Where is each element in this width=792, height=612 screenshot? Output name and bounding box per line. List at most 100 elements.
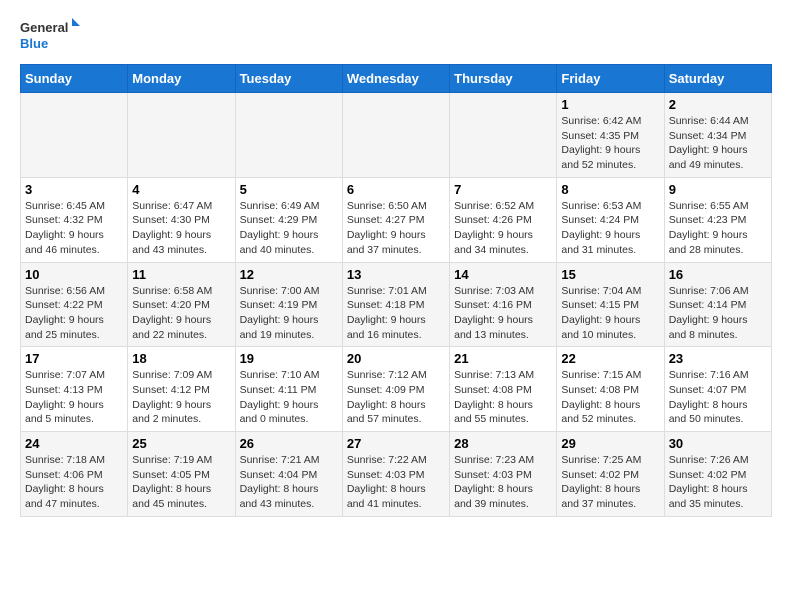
calendar-cell: 17 Sunrise: 7:07 AMSunset: 4:13 PMDayligh… — [21, 347, 128, 432]
day-number: 22 — [561, 351, 659, 366]
day-info: Sunrise: 7:16 AMSunset: 4:07 PMDaylight:… — [669, 368, 767, 427]
day-info: Sunrise: 6:56 AMSunset: 4:22 PMDaylight:… — [25, 284, 123, 343]
day-number: 6 — [347, 182, 445, 197]
calendar-cell — [342, 93, 449, 178]
day-number: 24 — [25, 436, 123, 451]
day-number: 19 — [240, 351, 338, 366]
day-number: 10 — [25, 267, 123, 282]
day-info: Sunrise: 6:50 AMSunset: 4:27 PMDaylight:… — [347, 199, 445, 258]
day-info: Sunrise: 7:03 AMSunset: 4:16 PMDaylight:… — [454, 284, 552, 343]
calendar-table: SundayMondayTuesdayWednesdayThursdayFrid… — [20, 64, 772, 517]
day-number: 3 — [25, 182, 123, 197]
header-monday: Monday — [128, 65, 235, 93]
svg-text:Blue: Blue — [20, 36, 48, 51]
day-number: 9 — [669, 182, 767, 197]
logo-svg: General Blue — [20, 16, 80, 56]
day-info: Sunrise: 7:01 AMSunset: 4:18 PMDaylight:… — [347, 284, 445, 343]
calendar-cell: 18 Sunrise: 7:09 AMSunset: 4:12 PMDayligh… — [128, 347, 235, 432]
day-number: 8 — [561, 182, 659, 197]
day-info: Sunrise: 7:23 AMSunset: 4:03 PMDaylight:… — [454, 453, 552, 512]
day-number: 18 — [132, 351, 230, 366]
calendar-cell: 28 Sunrise: 7:23 AMSunset: 4:03 PMDayligh… — [450, 432, 557, 517]
calendar-header-row: SundayMondayTuesdayWednesdayThursdayFrid… — [21, 65, 772, 93]
day-info: Sunrise: 7:12 AMSunset: 4:09 PMDaylight:… — [347, 368, 445, 427]
calendar-cell: 14 Sunrise: 7:03 AMSunset: 4:16 PMDayligh… — [450, 262, 557, 347]
calendar-cell: 12Sunrise: 7:00 AMSunset: 4:19 PMDayligh… — [235, 262, 342, 347]
day-number: 16 — [669, 267, 767, 282]
day-number: 20 — [347, 351, 445, 366]
day-info: Sunrise: 7:19 AMSunset: 4:05 PMDaylight:… — [132, 453, 230, 512]
day-number: 2 — [669, 97, 767, 112]
day-number: 13 — [347, 267, 445, 282]
logo: General Blue — [20, 16, 80, 56]
day-info: Sunrise: 7:22 AMSunset: 4:03 PMDaylight:… — [347, 453, 445, 512]
calendar-cell: 7 Sunrise: 6:52 AMSunset: 4:26 PMDaylight… — [450, 177, 557, 262]
header-saturday: Saturday — [664, 65, 771, 93]
day-number: 15 — [561, 267, 659, 282]
day-info: Sunrise: 7:10 AMSunset: 4:11 PMDaylight:… — [240, 368, 338, 427]
day-number: 28 — [454, 436, 552, 451]
week-row-4: 17 Sunrise: 7:07 AMSunset: 4:13 PMDayligh… — [21, 347, 772, 432]
calendar-cell: 21 Sunrise: 7:13 AMSunset: 4:08 PMDayligh… — [450, 347, 557, 432]
day-info: Sunrise: 7:13 AMSunset: 4:08 PMDaylight:… — [454, 368, 552, 427]
header-sunday: Sunday — [21, 65, 128, 93]
day-number: 23 — [669, 351, 767, 366]
calendar-cell: 5Sunrise: 6:49 AMSunset: 4:29 PMDaylight… — [235, 177, 342, 262]
calendar-cell: 27Sunrise: 7:22 AMSunset: 4:03 PMDayligh… — [342, 432, 449, 517]
calendar-cell — [128, 93, 235, 178]
calendar-cell: 11Sunrise: 6:58 AMSunset: 4:20 PMDayligh… — [128, 262, 235, 347]
header: General Blue — [20, 16, 772, 56]
day-number: 7 — [454, 182, 552, 197]
day-number: 21 — [454, 351, 552, 366]
day-info: Sunrise: 7:18 AMSunset: 4:06 PMDaylight:… — [25, 453, 123, 512]
day-info: Sunrise: 7:09 AMSunset: 4:12 PMDaylight:… — [132, 368, 230, 427]
week-row-1: 1Sunrise: 6:42 AMSunset: 4:35 PMDaylight… — [21, 93, 772, 178]
day-info: Sunrise: 7:25 AMSunset: 4:02 PMDaylight:… — [561, 453, 659, 512]
day-number: 11 — [132, 267, 230, 282]
day-number: 17 — [25, 351, 123, 366]
day-number: 12 — [240, 267, 338, 282]
header-friday: Friday — [557, 65, 664, 93]
calendar-cell: 16 Sunrise: 7:06 AMSunset: 4:14 PMDayligh… — [664, 262, 771, 347]
day-info: Sunrise: 6:53 AMSunset: 4:24 PMDaylight:… — [561, 199, 659, 258]
header-wednesday: Wednesday — [342, 65, 449, 93]
calendar-cell: 1Sunrise: 6:42 AMSunset: 4:35 PMDaylight… — [557, 93, 664, 178]
day-number: 26 — [240, 436, 338, 451]
day-number: 25 — [132, 436, 230, 451]
calendar-cell: 24 Sunrise: 7:18 AMSunset: 4:06 PMDayligh… — [21, 432, 128, 517]
calendar-cell — [21, 93, 128, 178]
day-info: Sunrise: 6:44 AMSunset: 4:34 PMDaylight:… — [669, 114, 767, 173]
calendar-cell: 26 Sunrise: 7:21 AMSunset: 4:04 PMDayligh… — [235, 432, 342, 517]
week-row-2: 3Sunrise: 6:45 AMSunset: 4:32 PMDaylight… — [21, 177, 772, 262]
calendar-cell: 2 Sunrise: 6:44 AMSunset: 4:34 PMDaylight… — [664, 93, 771, 178]
day-number: 14 — [454, 267, 552, 282]
calendar-cell: 9 Sunrise: 6:55 AMSunset: 4:23 PMDaylight… — [664, 177, 771, 262]
calendar-cell: 19 Sunrise: 7:10 AMSunset: 4:11 PMDayligh… — [235, 347, 342, 432]
calendar-cell: 3Sunrise: 6:45 AMSunset: 4:32 PMDaylight… — [21, 177, 128, 262]
calendar-cell: 10 Sunrise: 6:56 AMSunset: 4:22 PMDayligh… — [21, 262, 128, 347]
calendar-cell — [450, 93, 557, 178]
calendar-cell: 23 Sunrise: 7:16 AMSunset: 4:07 PMDayligh… — [664, 347, 771, 432]
day-number: 30 — [669, 436, 767, 451]
day-info: Sunrise: 7:15 AMSunset: 4:08 PMDaylight:… — [561, 368, 659, 427]
day-info: Sunrise: 7:04 AMSunset: 4:15 PMDaylight:… — [561, 284, 659, 343]
calendar-cell: 13 Sunrise: 7:01 AMSunset: 4:18 PMDayligh… — [342, 262, 449, 347]
day-info: Sunrise: 7:06 AMSunset: 4:14 PMDaylight:… — [669, 284, 767, 343]
day-info: Sunrise: 7:21 AMSunset: 4:04 PMDaylight:… — [240, 453, 338, 512]
calendar-cell: 25 Sunrise: 7:19 AMSunset: 4:05 PMDayligh… — [128, 432, 235, 517]
day-info: Sunrise: 6:49 AMSunset: 4:29 PMDaylight:… — [240, 199, 338, 258]
day-info: Sunrise: 6:47 AMSunset: 4:30 PMDaylight:… — [132, 199, 230, 258]
svg-text:General: General — [20, 20, 68, 35]
day-info: Sunrise: 6:52 AMSunset: 4:26 PMDaylight:… — [454, 199, 552, 258]
day-number: 1 — [561, 97, 659, 112]
header-thursday: Thursday — [450, 65, 557, 93]
calendar-cell: 30Sunrise: 7:26 AMSunset: 4:02 PMDayligh… — [664, 432, 771, 517]
week-row-5: 24 Sunrise: 7:18 AMSunset: 4:06 PMDayligh… — [21, 432, 772, 517]
calendar-cell: 15 Sunrise: 7:04 AMSunset: 4:15 PMDayligh… — [557, 262, 664, 347]
calendar-cell: 29Sunrise: 7:25 AMSunset: 4:02 PMDayligh… — [557, 432, 664, 517]
day-info: Sunrise: 6:55 AMSunset: 4:23 PMDaylight:… — [669, 199, 767, 258]
header-tuesday: Tuesday — [235, 65, 342, 93]
day-info: Sunrise: 7:07 AMSunset: 4:13 PMDaylight:… — [25, 368, 123, 427]
calendar-cell: 22 Sunrise: 7:15 AMSunset: 4:08 PMDayligh… — [557, 347, 664, 432]
calendar-cell: 4Sunrise: 6:47 AMSunset: 4:30 PMDaylight… — [128, 177, 235, 262]
